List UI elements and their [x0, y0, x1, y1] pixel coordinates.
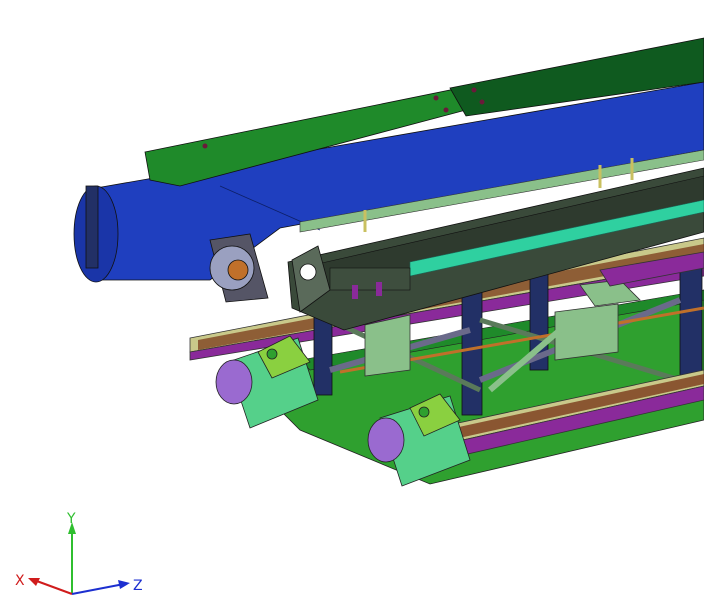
x-axis-label: X — [15, 573, 25, 589]
z-axis-label: Z — [133, 578, 143, 594]
z-axis-line — [71, 583, 125, 595]
z-axis-arrow-icon — [118, 580, 130, 589]
axis-triad: Y X Z — [15, 511, 143, 595]
x-axis-line — [33, 579, 73, 595]
cad-viewport[interactable]: Y X Z — [0, 0, 704, 605]
conveyor-model[interactable] — [73, 37, 704, 487]
y-axis-label: Y — [66, 511, 76, 527]
